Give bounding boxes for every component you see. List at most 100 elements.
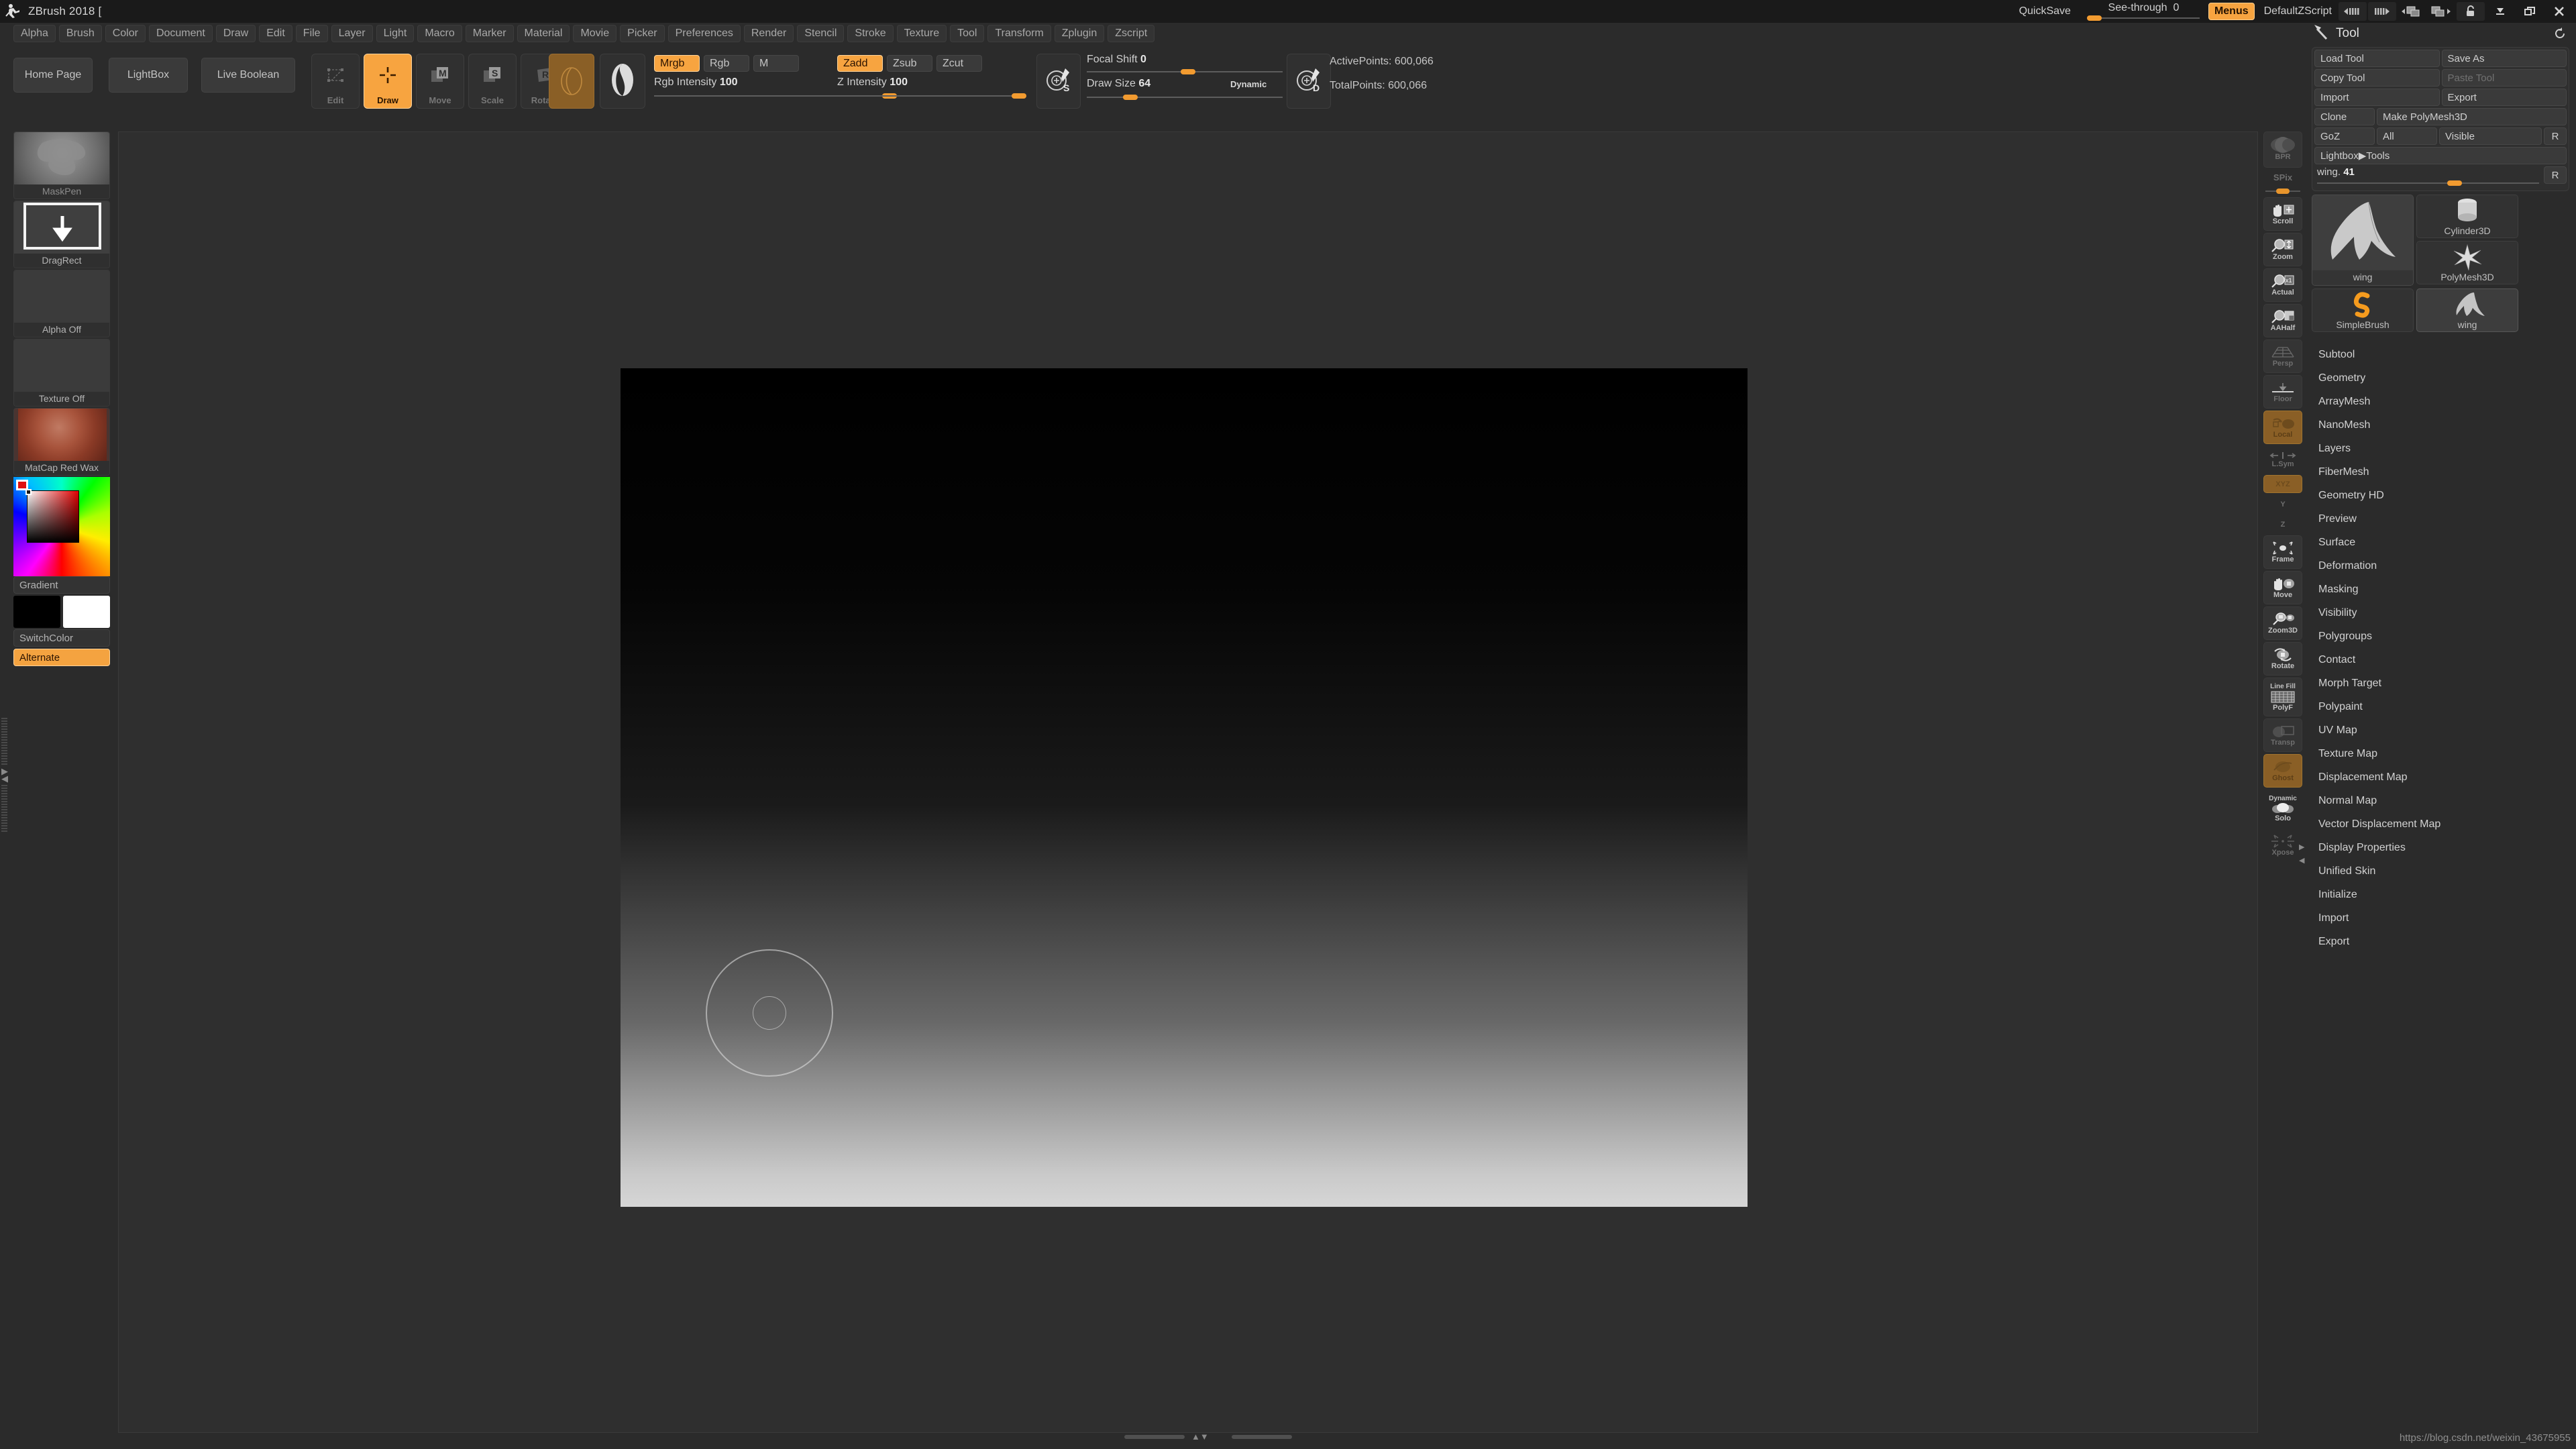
scale-mode-button[interactable]: S Scale bbox=[468, 54, 517, 109]
export-button[interactable]: Export bbox=[2441, 89, 2567, 106]
draw-size-knob[interactable] bbox=[1123, 95, 1138, 100]
tool-thumb-polymesh3d-cell[interactable]: PolyMesh3D bbox=[2416, 241, 2518, 284]
subpalette-layers[interactable]: Layers bbox=[2314, 437, 2576, 460]
subpalette-export[interactable]: Export bbox=[2314, 930, 2576, 953]
menu-item-brush[interactable]: Brush bbox=[58, 25, 102, 42]
texture-palette-slot[interactable]: Texture Off bbox=[13, 339, 110, 407]
xpose-button[interactable]: Xpose bbox=[2263, 829, 2302, 861]
subpalette-subtool[interactable]: Subtool bbox=[2314, 343, 2576, 366]
spix-knob[interactable] bbox=[2276, 189, 2290, 194]
goz-visible-button[interactable]: Visible bbox=[2439, 127, 2542, 145]
live-boolean-button[interactable]: Live Boolean bbox=[201, 58, 295, 93]
aahalf-button[interactable]: AAHalf bbox=[2263, 304, 2302, 337]
subpalette-texture-map[interactable]: Texture Map bbox=[2314, 742, 2576, 765]
secondary-color-swatch[interactable] bbox=[63, 596, 110, 628]
subpalette-morph-target[interactable]: Morph Target bbox=[2314, 672, 2576, 695]
see-through-knob[interactable] bbox=[2086, 15, 2102, 21]
lock-icon[interactable] bbox=[2457, 2, 2485, 21]
rotate-nav-button[interactable]: Rotate bbox=[2263, 642, 2302, 676]
save-as-button[interactable]: Save As bbox=[2441, 50, 2567, 67]
lightbox-tools-button[interactable]: Lightbox▶Tools bbox=[2314, 147, 2567, 164]
tool-item-slider[interactable]: wing. 41 bbox=[2314, 166, 2542, 186]
menu-item-document[interactable]: Document bbox=[148, 25, 213, 42]
menu-item-preferences[interactable]: Preferences bbox=[667, 25, 741, 42]
subpalette-vector-displacement-map[interactable]: Vector Displacement Map bbox=[2314, 812, 2576, 836]
subpalette-deformation[interactable]: Deformation bbox=[2314, 554, 2576, 578]
menu-item-draw[interactable]: Draw bbox=[215, 25, 256, 42]
menu-item-texture[interactable]: Texture bbox=[896, 25, 947, 42]
subpalette-initialize[interactable]: Initialize bbox=[2314, 883, 2576, 906]
polyf-button[interactable]: Line Fill PolyF bbox=[2263, 678, 2302, 716]
menu-item-macro[interactable]: Macro bbox=[417, 25, 462, 42]
tool-item-knob[interactable] bbox=[2447, 180, 2462, 186]
scroll-button[interactable]: Scroll bbox=[2263, 197, 2302, 231]
copy-tool-button[interactable]: Copy Tool bbox=[2314, 69, 2440, 87]
subpalette-import[interactable]: Import bbox=[2314, 906, 2576, 930]
zoom3d-button[interactable]: Zoom3D bbox=[2263, 606, 2302, 640]
saturation-value-square[interactable] bbox=[27, 490, 79, 543]
subpalette-masking[interactable]: Masking bbox=[2314, 578, 2576, 601]
menu-item-movie[interactable]: Movie bbox=[573, 25, 617, 42]
z-intensity-knob[interactable] bbox=[1012, 93, 1026, 99]
transp-button[interactable]: Transp bbox=[2263, 718, 2302, 752]
subpalette-polypaint[interactable]: Polypaint bbox=[2314, 695, 2576, 718]
subpalette-geometry[interactable]: Geometry bbox=[2314, 366, 2576, 390]
subpalette-displacement-map[interactable]: Displacement Map bbox=[2314, 765, 2576, 789]
zcut-toggle[interactable]: Zcut bbox=[936, 55, 982, 72]
restore-icon[interactable] bbox=[2516, 2, 2544, 21]
subpalette-visibility[interactable]: Visibility bbox=[2314, 601, 2576, 625]
goz-r-button[interactable]: R bbox=[2544, 127, 2567, 145]
m-toggle[interactable]: M bbox=[753, 55, 799, 72]
menu-item-zscript[interactable]: Zscript bbox=[1108, 25, 1155, 42]
stroke-palette-slot[interactable]: DragRect bbox=[13, 201, 110, 268]
subpalette-polygroups[interactable]: Polygroups bbox=[2314, 625, 2576, 648]
tool-item-r-button[interactable]: R bbox=[2544, 166, 2567, 184]
scrollbar-thumb-left[interactable] bbox=[1124, 1435, 1185, 1439]
draw-mode-button[interactable]: Draw bbox=[364, 54, 412, 109]
frame-button[interactable]: Frame bbox=[2263, 535, 2302, 569]
current-brush-swatch[interactable] bbox=[549, 54, 594, 109]
brush-size-d-button[interactable]: D bbox=[1287, 54, 1331, 109]
tool-thumb-simplebrush-cell[interactable]: SimpleBrush bbox=[2312, 288, 2414, 332]
menu-item-transform[interactable]: Transform bbox=[987, 25, 1051, 42]
tool-thumb-wing-small-cell[interactable]: wing bbox=[2416, 288, 2518, 332]
floor-button[interactable]: Floor bbox=[2263, 375, 2302, 409]
brush-palette-slot[interactable]: MaskPen bbox=[13, 131, 110, 199]
zsub-toggle[interactable]: Zsub bbox=[887, 55, 932, 72]
switch-color-button[interactable]: SwitchColor bbox=[13, 629, 110, 647]
menu-item-tool[interactable]: Tool bbox=[950, 25, 985, 42]
next-shelf-icon[interactable] bbox=[2368, 2, 2396, 21]
menu-item-file[interactable]: File bbox=[295, 25, 328, 42]
lightbox-button[interactable]: LightBox bbox=[109, 58, 188, 93]
menu-item-render[interactable]: Render bbox=[743, 25, 794, 42]
menu-item-light[interactable]: Light bbox=[376, 25, 415, 42]
menu-item-zplugin[interactable]: Zplugin bbox=[1054, 25, 1105, 42]
edit-mode-button[interactable]: Edit bbox=[311, 54, 360, 109]
persp-button[interactable]: Persp bbox=[2263, 339, 2302, 373]
move-nav-button[interactable]: Move bbox=[2263, 571, 2302, 604]
canvas-nav-arrows[interactable]: ▲▼ bbox=[1191, 1432, 1209, 1442]
scrollbar-thumb-right[interactable] bbox=[1232, 1435, 1292, 1439]
canvas-area[interactable] bbox=[118, 131, 2258, 1433]
subpalette-nanomesh[interactable]: NanoMesh bbox=[2314, 413, 2576, 437]
brush-size-s-button[interactable]: S bbox=[1036, 54, 1081, 109]
menu-item-stencil[interactable]: Stencil bbox=[797, 25, 845, 42]
xyz-button[interactable]: XYZ bbox=[2263, 475, 2302, 493]
lsym-button[interactable]: L.Sym bbox=[2263, 446, 2302, 473]
close-icon[interactable] bbox=[2545, 2, 2573, 21]
tool-thumb-wing-large-cell[interactable]: wing bbox=[2312, 195, 2414, 286]
quicksave-button[interactable]: QuickSave bbox=[2008, 5, 2082, 17]
document-canvas[interactable] bbox=[621, 368, 1748, 1207]
goz-button[interactable]: GoZ bbox=[2314, 127, 2375, 145]
ghost-button[interactable]: Ghost bbox=[2263, 754, 2302, 788]
alternate-button[interactable]: Alternate bbox=[13, 649, 110, 666]
left-tray-grip-top[interactable] bbox=[1, 718, 7, 765]
subpalette-normal-map[interactable]: Normal Map bbox=[2314, 789, 2576, 812]
left-tray-handle[interactable]: ▶ ◀ bbox=[1, 718, 12, 832]
menu-item-material[interactable]: Material bbox=[517, 25, 570, 42]
bpr-button[interactable]: BPR bbox=[2263, 131, 2302, 168]
subpalette-display-properties[interactable]: Display Properties bbox=[2314, 836, 2576, 859]
current-stroke-swatch[interactable] bbox=[600, 54, 645, 109]
default-zscript-label[interactable]: DefaultZScript bbox=[2257, 5, 2339, 17]
tool-thumb-cylinder3d-cell[interactable]: Cylinder3D bbox=[2416, 195, 2518, 238]
